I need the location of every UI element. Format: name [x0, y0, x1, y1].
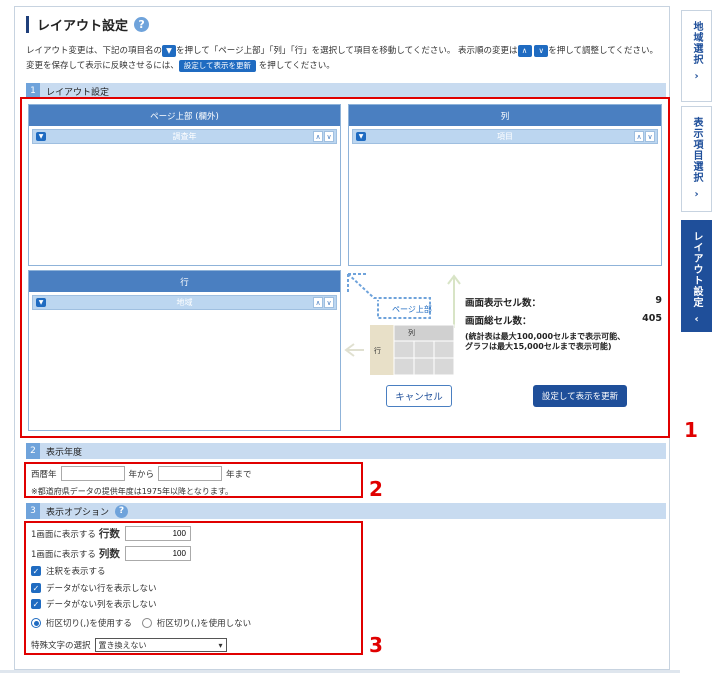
- section-options-header: 3 表示オプション ?: [26, 503, 666, 519]
- tab-label: レイアウト設定: [691, 231, 702, 308]
- section-label: 表示年度: [46, 447, 83, 458]
- intro-text-5: を押してください。: [258, 61, 335, 71]
- title-accent-bar: [26, 15, 29, 33]
- tab-layout-settings[interactable]: レイアウト設定 ‹: [681, 220, 712, 332]
- help-icon[interactable]: ?: [134, 16, 150, 32]
- bottom-divider: [0, 670, 680, 673]
- chevron-down-icon: ∨: [534, 44, 549, 57]
- section-label-text: 表示オプション: [46, 507, 110, 518]
- intro-text-2: を押して「ページ上部」「列」「行」を選択して項目を移動してください。 表示順の変…: [176, 46, 518, 56]
- chevron-left-icon: ‹: [694, 314, 699, 325]
- triangle-down-icon: ▼: [162, 44, 177, 57]
- section-label: 表示オプション ?: [46, 504, 129, 518]
- page-header: レイアウト設定 ?: [26, 15, 150, 34]
- annotation-box-1: [20, 97, 670, 438]
- page-title: レイアウト設定: [37, 18, 129, 34]
- annotation-number-3: 3: [369, 633, 383, 657]
- intro-update-button-sample: 設定して表示を更新: [178, 59, 257, 72]
- intro-text-3: を押して調整してください。: [548, 46, 658, 56]
- annotation-box-3: [24, 521, 363, 655]
- annotation-number-1: 1: [684, 418, 698, 442]
- tab-label: 地域選択: [691, 21, 702, 65]
- annotation-number-2: 2: [369, 477, 383, 501]
- section-year-header: 2 表示年度: [26, 443, 666, 459]
- chevron-up-icon: ∧: [517, 44, 532, 57]
- intro-text-4: 変更を保存して表示に反映させるには、: [26, 61, 179, 71]
- tab-label: 表示項目選択: [691, 117, 702, 183]
- tab-region-select[interactable]: 地域選択 ›: [681, 10, 712, 102]
- tab-item-select[interactable]: 表示項目選択 ›: [681, 106, 712, 212]
- section-number: 2: [26, 443, 40, 459]
- section-label: レイアウト設定: [46, 87, 110, 98]
- chevron-right-icon: ›: [694, 189, 699, 200]
- chevron-right-icon: ›: [694, 71, 699, 82]
- annotation-box-2: [24, 462, 363, 498]
- help-icon[interactable]: ?: [115, 504, 129, 518]
- intro-text: レイアウト変更は、下記の項目名の ▼ を押して「ページ上部」「列」「行」を選択して項…: [26, 44, 674, 74]
- intro-text-1: レイアウト変更は、下記の項目名の: [26, 46, 163, 56]
- section-number: 3: [26, 503, 40, 519]
